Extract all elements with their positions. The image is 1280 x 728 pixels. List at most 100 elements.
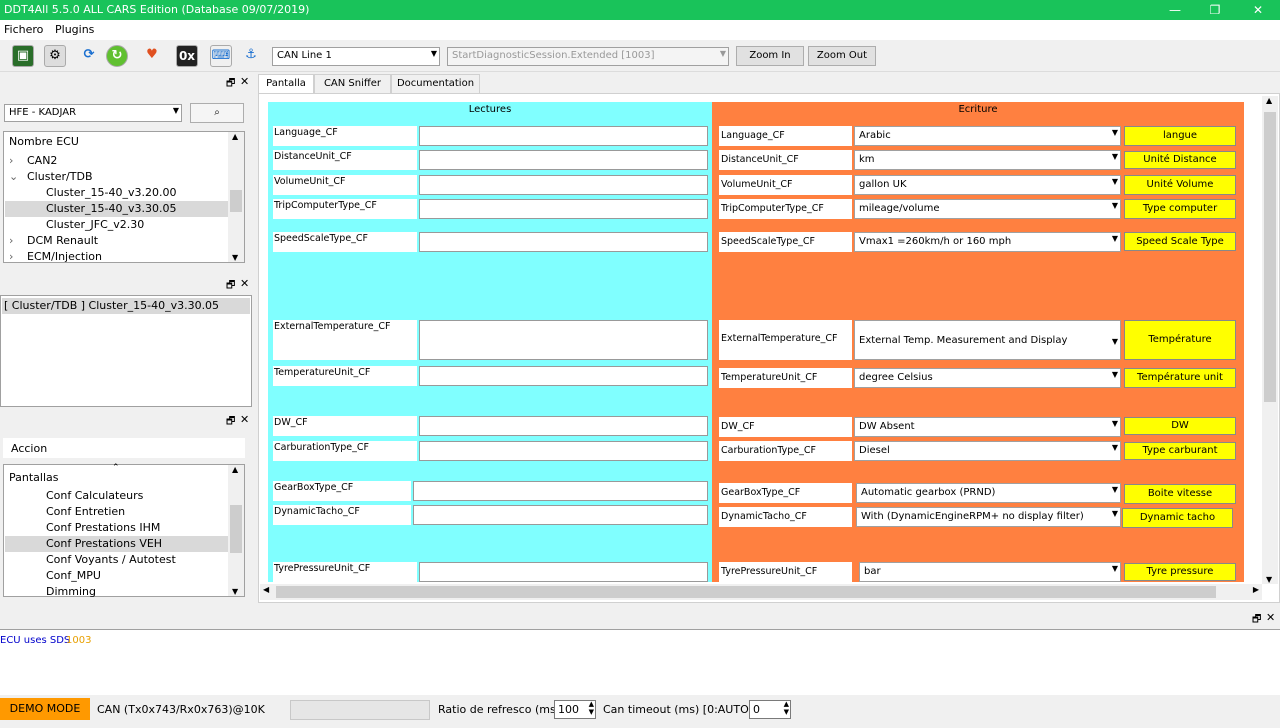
timeout-spinbox[interactable]: 0 ▲ ▼: [749, 700, 791, 719]
write-value-select[interactable]: Automatic gearbox (PRND) ▼: [856, 483, 1121, 503]
chevron-right-icon[interactable]: ›: [9, 153, 27, 169]
write-button[interactable]: Unité Volume: [1124, 175, 1236, 195]
screen-item[interactable]: Conf Calculateurs: [5, 488, 228, 504]
spin-arrows-icon[interactable]: ▲ ▼: [784, 700, 789, 716]
connect-icon[interactable]: ↻: [106, 45, 128, 67]
write-button[interactable]: DW: [1124, 417, 1236, 435]
vehicle-select[interactable]: HFE - KADJAR ▼: [4, 104, 182, 122]
refresh-icon[interactable]: ⟳: [78, 45, 100, 67]
close-button[interactable]: ✕: [1243, 0, 1273, 20]
write-button[interactable]: Température extérieure: [1124, 320, 1236, 383]
scroll-thumb[interactable]: [230, 190, 242, 212]
write-value-select[interactable]: gallon UK ▼: [854, 175, 1121, 195]
chevron-right-icon[interactable]: ›: [9, 233, 27, 249]
tab-can-sniffer[interactable]: CAN Sniffer: [314, 74, 391, 93]
chevron-right-icon[interactable]: ›: [9, 249, 27, 265]
write-value-select[interactable]: Arabic ▼: [854, 126, 1121, 146]
screen-item[interactable]: Dimming: [5, 584, 228, 600]
tree-item[interactable]: Cluster_15-40_v3.30.05: [5, 201, 228, 217]
chevron-down-icon: ▼: [1111, 177, 1118, 186]
write-button[interactable]: Tyre pressure: [1124, 563, 1236, 581]
can-line-select[interactable]: CAN Line 1 ▼: [272, 47, 440, 66]
write-button[interactable]: Speed Scale Type: [1124, 232, 1236, 251]
write-button[interactable]: Unité Distance: [1124, 151, 1236, 169]
tree-item[interactable]: › DCM Renault: [9, 233, 98, 249]
chevron-up-icon[interactable]: ▲: [232, 465, 238, 474]
minimize-button[interactable]: —: [1160, 0, 1190, 20]
can-line-value: CAN Line 1: [277, 50, 332, 61]
plug-icon[interactable]: ⚓: [240, 45, 262, 67]
write-value-select[interactable]: With (DynamicEngineRPM+ no display filte…: [856, 507, 1121, 527]
write-value-select[interactable]: External Temp. Measurement and Display ▼: [854, 320, 1121, 360]
search-ecu-button[interactable]: ⌕: [190, 103, 244, 123]
write-value-select[interactable]: bar ▼: [859, 562, 1121, 582]
write-button[interactable]: Dynamic tacho: [1122, 508, 1233, 528]
tab-documentation[interactable]: Documentation: [391, 74, 480, 93]
scroll-thumb[interactable]: [230, 505, 242, 553]
ecu-scrollbar[interactable]: ▲ ▼: [228, 132, 244, 262]
tree-item[interactable]: Cluster_JFC_v2.30: [5, 217, 228, 233]
tree-item[interactable]: ⌄ Cluster/TDB: [9, 169, 92, 185]
selected-ecu-item[interactable]: [ Cluster/TDB ] Cluster_15-40_v3.30.05: [2, 298, 250, 314]
write-value-select[interactable]: Diesel ▼: [854, 441, 1121, 461]
write-value-select[interactable]: mileage/volume ▼: [854, 199, 1121, 219]
hex-icon[interactable]: 0x: [176, 45, 198, 67]
tree-item[interactable]: Cluster_15-40_v3.20.00: [5, 185, 228, 201]
monitor-icon[interactable]: ▣: [12, 45, 34, 67]
scroll-thumb[interactable]: [1264, 112, 1276, 402]
float-icon[interactable]: 🗗: [226, 278, 235, 295]
scan-icon[interactable]: ⚙: [44, 45, 66, 67]
chevron-up-icon[interactable]: ▲: [1266, 96, 1272, 105]
screen-item[interactable]: Conf Prestations VEH: [5, 536, 228, 552]
write-value-select[interactable]: DW Absent ▼: [854, 417, 1121, 437]
chevron-down-icon[interactable]: ▼: [1266, 575, 1272, 584]
chevron-left-icon[interactable]: ◀: [263, 585, 269, 594]
chevron-right-icon[interactable]: ▶: [1253, 585, 1259, 594]
float-icon[interactable]: 🗗: [226, 414, 235, 431]
refresh-spinbox[interactable]: 100 ▲ ▼: [554, 700, 596, 719]
zoom-in-button[interactable]: Zoom In: [736, 46, 804, 66]
heartbeat-icon[interactable]: ♥: [141, 45, 163, 67]
close-icon[interactable]: ✕: [240, 75, 249, 88]
session-select[interactable]: StartDiagnosticSession.Extended [1003] ▼: [447, 47, 729, 66]
scroll-thumb[interactable]: [276, 586, 1216, 598]
float-icon[interactable]: 🗗: [226, 76, 235, 93]
maximize-button[interactable]: ❐: [1200, 0, 1230, 20]
chevron-down-icon: ▼: [430, 49, 437, 58]
chevron-down-icon[interactable]: ▼: [232, 587, 238, 596]
zoom-out-button[interactable]: Zoom Out: [808, 46, 876, 66]
screen-item[interactable]: Conf Prestations IHM: [5, 520, 228, 536]
write-button[interactable]: langue: [1124, 126, 1236, 146]
tree-item[interactable]: › CAN2: [9, 153, 57, 169]
menu-fichero[interactable]: Fichero: [4, 23, 43, 36]
network-icon[interactable]: ⌨: [210, 45, 232, 67]
chevron-down-icon[interactable]: ⌄: [9, 169, 27, 185]
chevron-down-icon[interactable]: ▼: [232, 253, 238, 262]
write-value-select[interactable]: km ▼: [854, 150, 1121, 170]
spin-arrows-icon[interactable]: ▲ ▼: [589, 700, 594, 716]
screen-item[interactable]: Conf Entretien: [5, 504, 228, 520]
float-icon[interactable]: 🗗: [1252, 612, 1261, 629]
chevron-down-icon: ▼: [1111, 201, 1118, 210]
read-label: SpeedScaleType_CF: [273, 232, 417, 252]
write-button[interactable]: Type computer: [1124, 199, 1236, 219]
write-button[interactable]: Boite vitesse: [1124, 484, 1236, 504]
tree-item[interactable]: › ECM/Injection: [9, 249, 102, 265]
screen-item[interactable]: Conf_MPU: [5, 568, 228, 584]
write-value: gallon UK: [859, 179, 907, 190]
screen-vscrollbar[interactable]: ▲ ▼: [1262, 96, 1278, 584]
close-icon[interactable]: ✕: [240, 277, 249, 290]
write-value-select[interactable]: Vmax1 =260km/h or 160 mph ▼: [854, 232, 1121, 252]
menu-plugins[interactable]: Plugins: [55, 23, 94, 36]
write-value-select[interactable]: degree Celsius ▼: [854, 368, 1121, 388]
screen-item[interactable]: Conf Voyants / Autotest: [5, 552, 228, 568]
close-icon[interactable]: ✕: [240, 413, 249, 426]
screen-hscrollbar[interactable]: ◀ ▶: [260, 584, 1262, 600]
tab-pantalla[interactable]: Pantalla: [258, 74, 314, 93]
write-button[interactable]: Température unit: [1124, 368, 1236, 388]
chevron-up-icon[interactable]: ▲: [232, 132, 238, 141]
tree-item-label: Cluster/TDB: [27, 170, 93, 183]
close-icon[interactable]: ✕: [1266, 611, 1275, 624]
write-button[interactable]: Type carburant: [1124, 442, 1236, 460]
screens-scrollbar[interactable]: ▲ ▼: [228, 465, 244, 596]
